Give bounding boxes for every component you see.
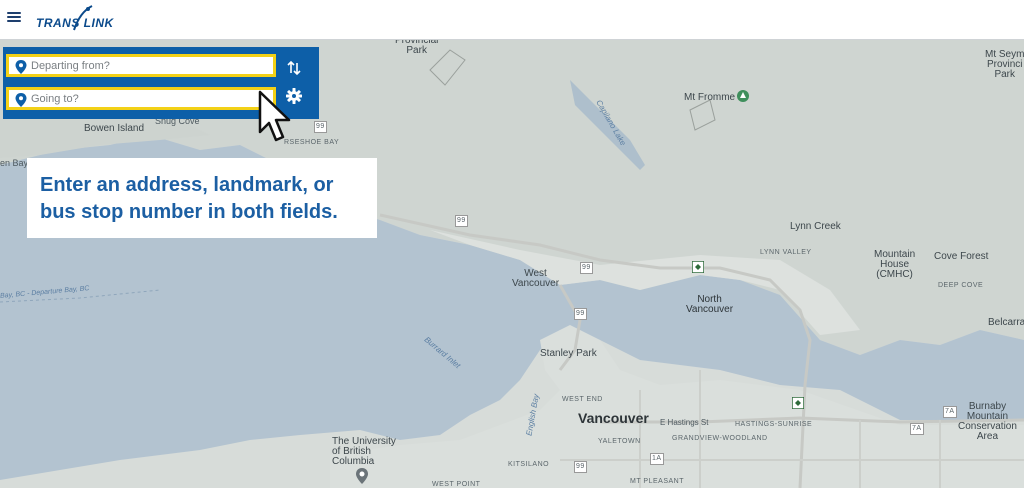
place-marker-icon[interactable] bbox=[356, 468, 368, 484]
departing-from-input[interactable] bbox=[31, 58, 271, 74]
map-label-mt-seymour: Mt Seym Provinci Park bbox=[985, 49, 1024, 80]
instruction-callout: Enter an address, landmark, or bus stop … bbox=[27, 158, 377, 238]
map-label-yaletown: YALETOWN bbox=[598, 438, 641, 445]
going-to-field[interactable] bbox=[6, 87, 276, 110]
map-label-west-end: WEST END bbox=[562, 396, 603, 403]
map-label-stanley-park: Stanley Park bbox=[540, 348, 597, 359]
map-label-mt-pleasant: MT PLEASANT bbox=[630, 478, 684, 485]
map-label-cove-forest: Cove Forest bbox=[934, 251, 989, 262]
departing-from-field[interactable] bbox=[6, 54, 276, 77]
map-label-lynn-creek: Lynn Creek bbox=[790, 221, 841, 232]
highway-shield-7a: 7A bbox=[943, 406, 957, 418]
highway-shield-99: 99 bbox=[314, 121, 327, 133]
map-label-hastings-street: E Hastings St bbox=[660, 418, 709, 427]
map-label-belcarra: Belcarra bbox=[988, 317, 1024, 328]
map-label-hastings-sunrise: HASTINGS-SUNRISE bbox=[735, 421, 813, 428]
going-to-input[interactable] bbox=[31, 91, 271, 107]
transit-station-icon[interactable] bbox=[792, 397, 804, 409]
top-navigation-bar: TRANS LINK bbox=[0, 0, 1024, 40]
map-label-north-vancouver: North Vancouver bbox=[686, 294, 734, 315]
map-label-west-point: WEST POINT bbox=[432, 481, 481, 488]
highway-shield-1a: 1A bbox=[650, 453, 664, 465]
highway-shield-99: 99 bbox=[455, 215, 468, 227]
highway-shield-99: 99 bbox=[574, 461, 587, 473]
map-label-en-bay: en Bay bbox=[0, 158, 29, 168]
map-label-grandview-woodland: GRANDVIEW-WOODLAND bbox=[672, 435, 768, 442]
transit-station-icon[interactable] bbox=[692, 261, 704, 273]
hamburger-menu-icon[interactable] bbox=[7, 10, 21, 24]
highway-shield-99: 99 bbox=[574, 308, 587, 320]
map-label-lynn-valley: LYNN VALLEY bbox=[760, 249, 812, 256]
logo-text: TRANS LINK bbox=[36, 16, 114, 30]
highway-shield-99: 99 bbox=[580, 262, 593, 274]
map-label-mountain-house: Mountain House (CMHC) bbox=[874, 249, 916, 280]
location-pin-icon bbox=[15, 60, 27, 74]
map-label-west-vancouver: West Vancouver bbox=[512, 268, 560, 289]
map-label-bowen-island: Bowen Island bbox=[84, 123, 145, 134]
park-marker-icon[interactable] bbox=[737, 90, 749, 102]
map-label-kitsilano: KITSILANO bbox=[508, 461, 550, 468]
map-label-mt-fromme: Mt Fromme bbox=[684, 92, 736, 103]
highway-shield-7a: 7A bbox=[910, 423, 924, 435]
instruction-text: Enter an address, landmark, or bus stop … bbox=[40, 174, 338, 223]
map-label-vancouver: Vancouver bbox=[578, 410, 649, 426]
mouse-pointer-icon bbox=[258, 90, 291, 142]
swap-locations-button[interactable] bbox=[283, 57, 305, 79]
translink-logo[interactable]: TRANS LINK bbox=[36, 4, 116, 34]
swap-vertical-icon bbox=[287, 60, 301, 76]
map-label-burnaby-mountain: Burnaby Mountain Conservation Area bbox=[958, 401, 1017, 442]
map-label-ubc: The University of British Columbia bbox=[332, 436, 396, 467]
map-label-deep-cove: DEEP COVE bbox=[938, 282, 984, 289]
location-pin-icon bbox=[15, 93, 27, 107]
map-label-provincial-park: Provincial Park bbox=[395, 40, 439, 56]
